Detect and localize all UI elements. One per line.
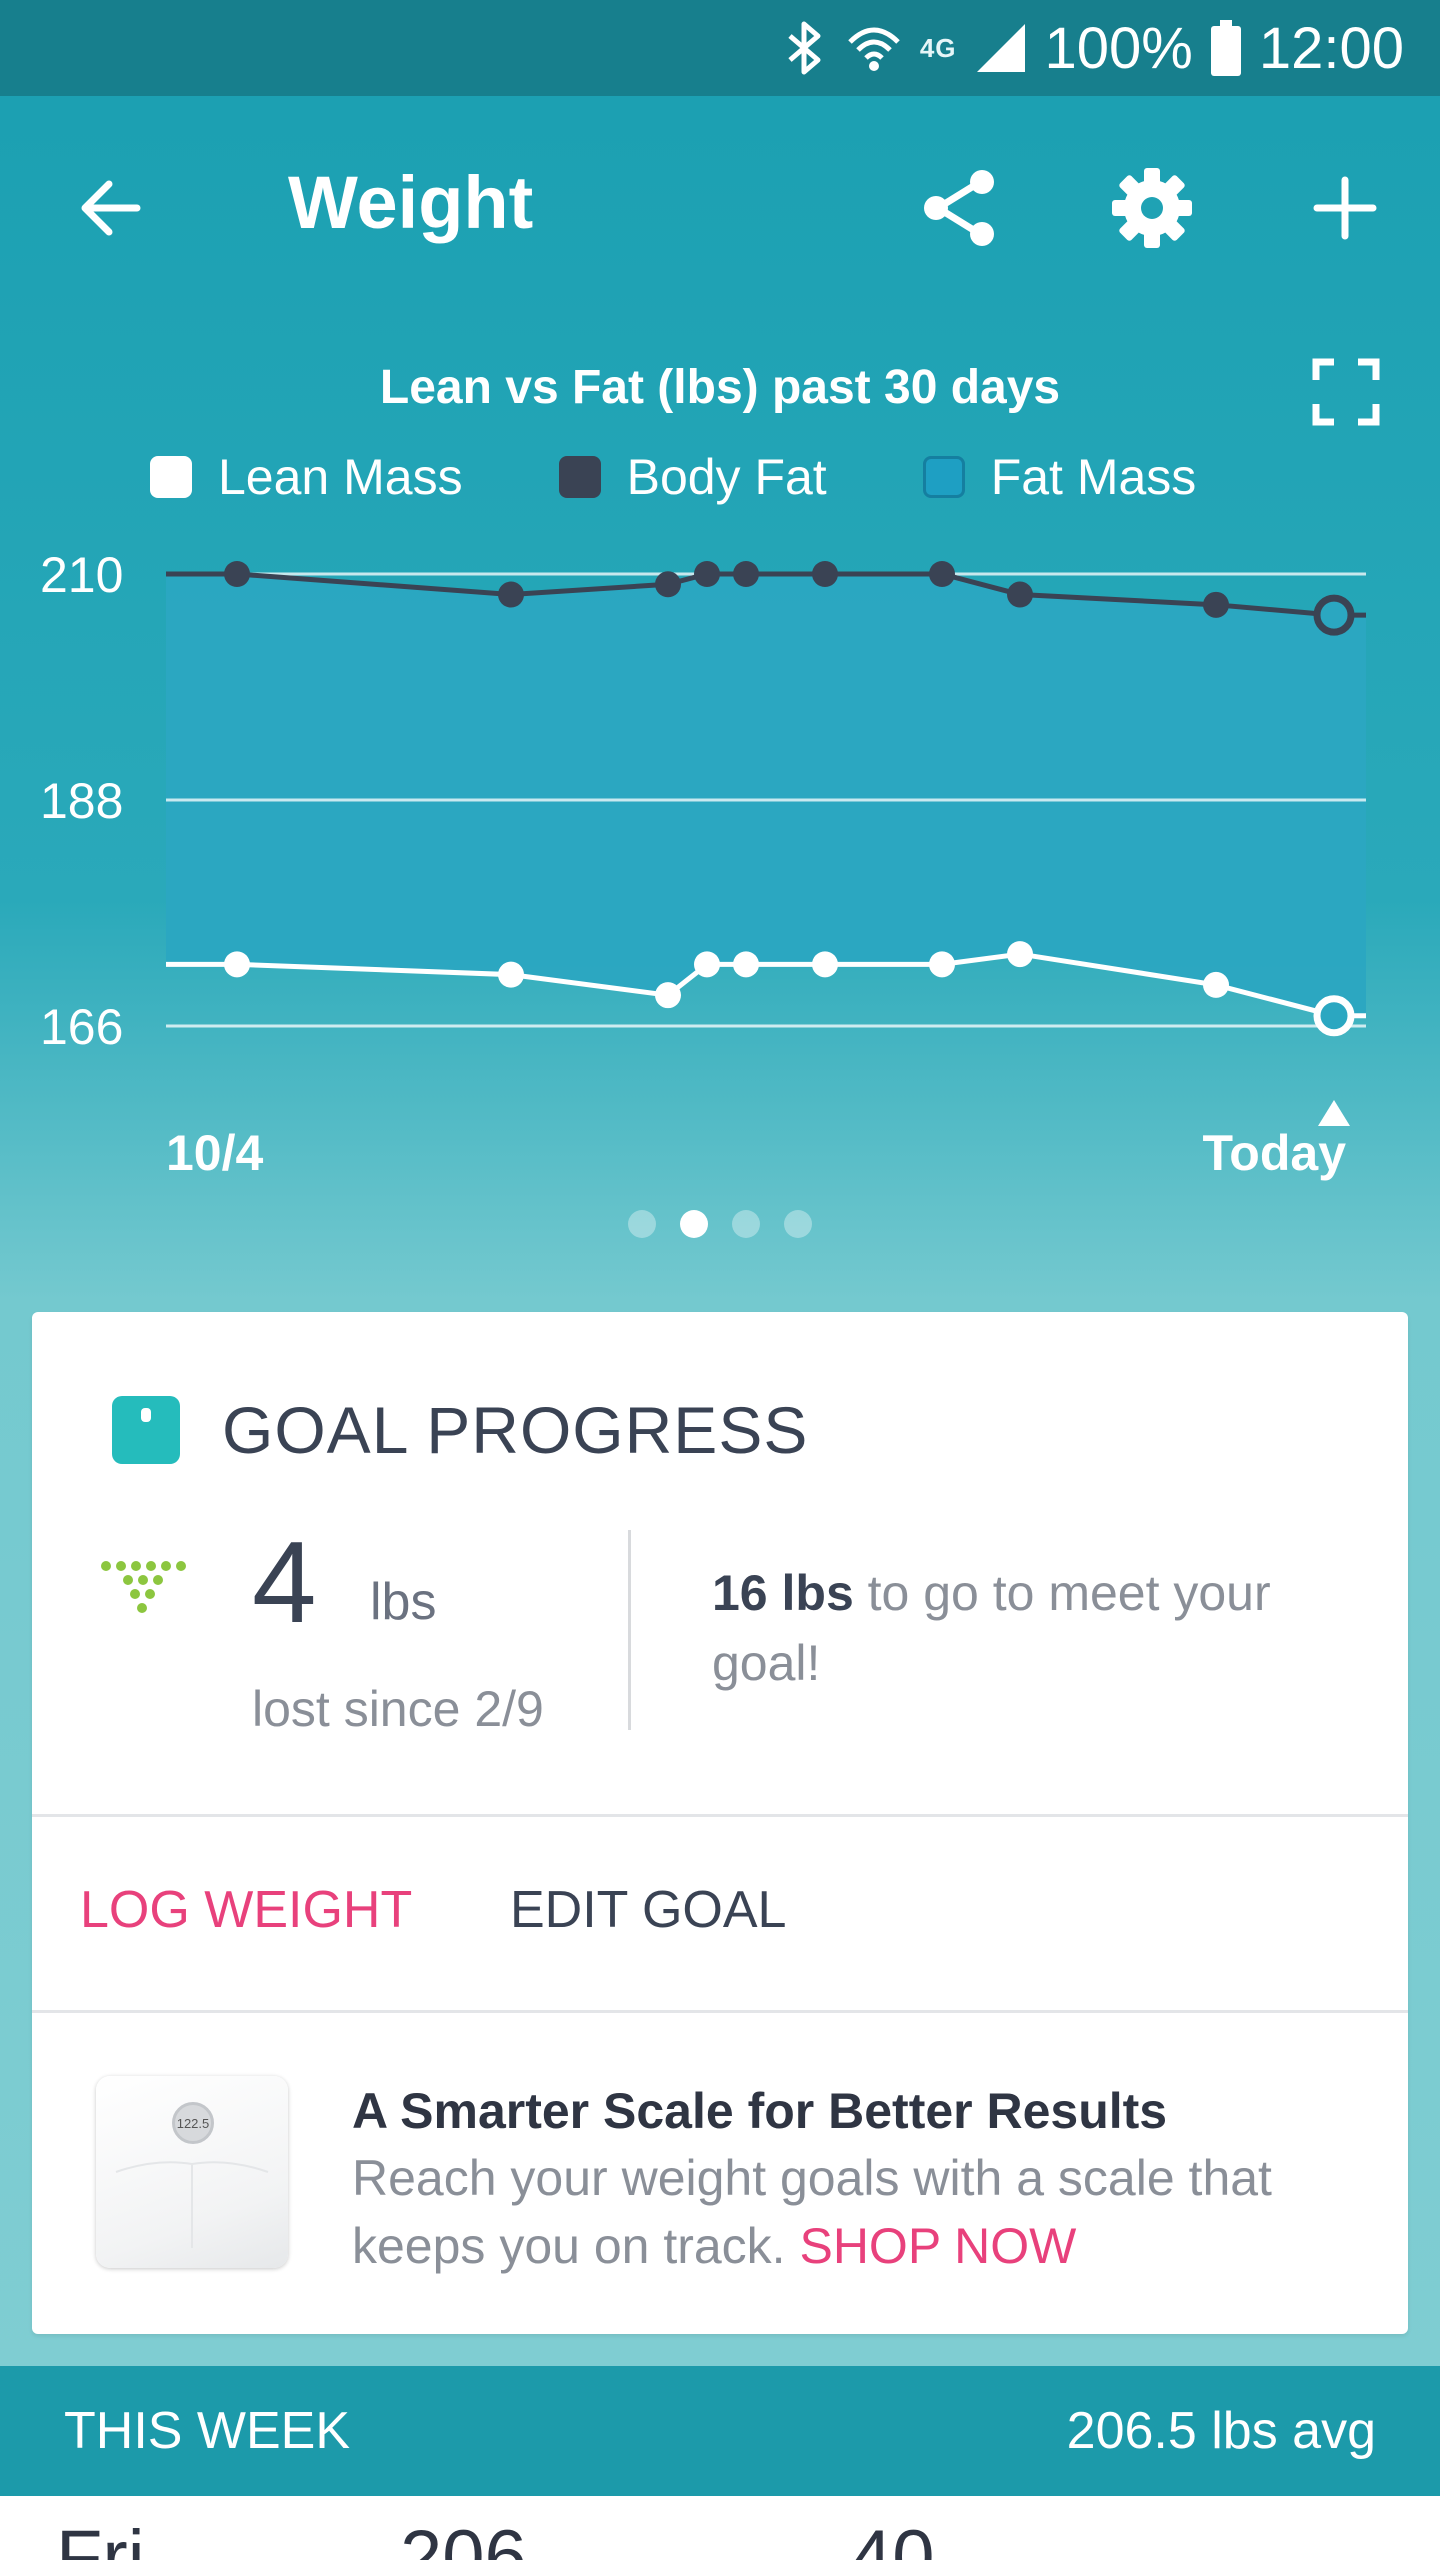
lost-value: 4	[252, 1517, 317, 1647]
plus-icon	[1313, 176, 1377, 240]
add-button[interactable]	[1290, 153, 1400, 263]
fullscreen-button[interactable]	[1310, 356, 1382, 428]
pager-dot[interactable]	[732, 1210, 760, 1238]
signal-icon	[975, 22, 1027, 74]
body-fat-point	[733, 561, 759, 587]
lean-mass-point	[694, 951, 720, 978]
week-row-weight: 206	[400, 2515, 527, 2560]
network-type: 4G	[919, 32, 957, 63]
chart-title: Lean vs Fat (lbs) past 30 days	[379, 361, 1061, 414]
today-marker-icon	[1318, 1100, 1350, 1126]
battery-icon	[1210, 20, 1241, 76]
chart-pager[interactable]	[0, 1210, 1440, 1238]
body-fat-point	[812, 561, 838, 587]
edit-goal-button[interactable]: EDIT GOAL	[510, 1880, 786, 1940]
goal-header: GOAL PROGRESS	[112, 1392, 808, 1468]
pager-dot[interactable]	[628, 1210, 656, 1238]
goal-title: GOAL PROGRESS	[222, 1393, 809, 1467]
fat-mass-area	[166, 574, 1366, 1016]
lean-mass-point	[224, 951, 250, 978]
this-week-header: THIS WEEK 206.5 lbs avg	[0, 2366, 1440, 2496]
legend-item-lean-mass: Lean Mass	[150, 448, 463, 506]
lean-mass-point	[1007, 941, 1033, 968]
week-row-fat: 40	[850, 2515, 935, 2560]
body-fat-point	[1203, 591, 1229, 618]
legend-swatch-fat-mass	[922, 456, 965, 498]
chart-legend: Lean Mass Body Fat Fat Mass	[150, 448, 1292, 506]
week-list-item[interactable]: Fri 206 40	[0, 2496, 1440, 2560]
legend-label: Fat Mass	[990, 449, 1197, 505]
y-tick-label: 210	[40, 547, 123, 603]
page-title: Weight	[288, 161, 534, 244]
bluetooth-icon	[782, 20, 828, 76]
legend-item-fat-mass: Fat Mass	[922, 448, 1197, 506]
body-fat-point-today	[1313, 594, 1355, 636]
promo-title: A Smarter Scale for Better Results	[352, 2083, 1168, 2139]
lean-mass-point	[498, 961, 524, 988]
smart-scale-image[interactable]: 122.5	[96, 2076, 288, 2268]
gear-icon	[1112, 168, 1192, 248]
body-fat-point	[1007, 581, 1033, 608]
y-tick-label: 188	[40, 773, 123, 829]
lean-mass-point	[1203, 971, 1229, 998]
body-fat-point	[929, 561, 955, 587]
log-weight-button[interactable]: LOG WEIGHT	[80, 1880, 412, 1940]
divider	[32, 1814, 1408, 1817]
battery-percent: 100%	[1044, 15, 1193, 81]
back-arrow-icon	[81, 180, 141, 236]
legend-item-body-fat: Body Fat	[558, 448, 827, 506]
lean-mass-point	[655, 982, 681, 1009]
fitbit-logo-icon	[101, 1561, 186, 1613]
body-fat-point	[694, 561, 720, 587]
scale-lines	[115, 2161, 269, 2248]
legend-label: Lean Mass	[218, 449, 463, 505]
back-button[interactable]	[56, 153, 166, 263]
status-bar: 4G 100% 12:00	[0, 0, 1440, 96]
divider	[628, 1530, 631, 1730]
app-bar: Weight	[0, 96, 1440, 320]
this-week-average: 206.5 lbs avg	[1066, 2402, 1376, 2460]
pager-dot-active[interactable]	[680, 1210, 708, 1238]
expand-icon	[1312, 358, 1380, 426]
lean-mass-point	[812, 951, 838, 978]
settings-button[interactable]	[1097, 153, 1207, 263]
scale-icon	[112, 1396, 180, 1464]
body-fat-point	[498, 581, 524, 608]
lost-unit: lbs	[370, 1573, 437, 1631]
this-week-label: THIS WEEK	[64, 2402, 351, 2460]
share-button[interactable]	[905, 153, 1015, 263]
week-row-day: Fri	[56, 2515, 145, 2560]
clock: 12:00	[1258, 15, 1404, 81]
shop-now-link[interactable]: SHOP NOW	[799, 2218, 1076, 2274]
divider	[32, 2010, 1408, 2013]
to-go-text: 16 lbs to go to meet your goal!	[712, 1558, 1352, 1698]
x-end-label: Today	[1202, 1125, 1346, 1181]
to-go-value: 16 lbs	[712, 1565, 854, 1621]
promo-body: Reach your weight goals with a scale tha…	[352, 2144, 1352, 2280]
lean-mass-point-today	[1313, 995, 1355, 1037]
body-fat-point	[224, 561, 250, 587]
legend-label: Body Fat	[626, 449, 827, 505]
pager-dot[interactable]	[784, 1210, 812, 1238]
wifi-icon	[846, 20, 902, 76]
body-fat-point	[655, 571, 681, 598]
legend-swatch-body-fat	[558, 456, 601, 498]
weight-chart[interactable]: 210 188 166 10/4 Today	[0, 520, 1440, 1200]
legend-swatch-lean-mass	[150, 456, 192, 498]
lost-since-label: lost since 2/9	[252, 1681, 544, 1737]
share-icon	[924, 170, 994, 246]
x-start-label: 10/4	[166, 1125, 264, 1181]
lean-mass-point	[929, 951, 955, 978]
y-tick-label: 166	[40, 999, 123, 1055]
lean-mass-point	[733, 951, 759, 978]
goal-progress-card: GOAL PROGRESS 4 lbs lost since 2/9 16 lb…	[32, 1312, 1408, 2334]
